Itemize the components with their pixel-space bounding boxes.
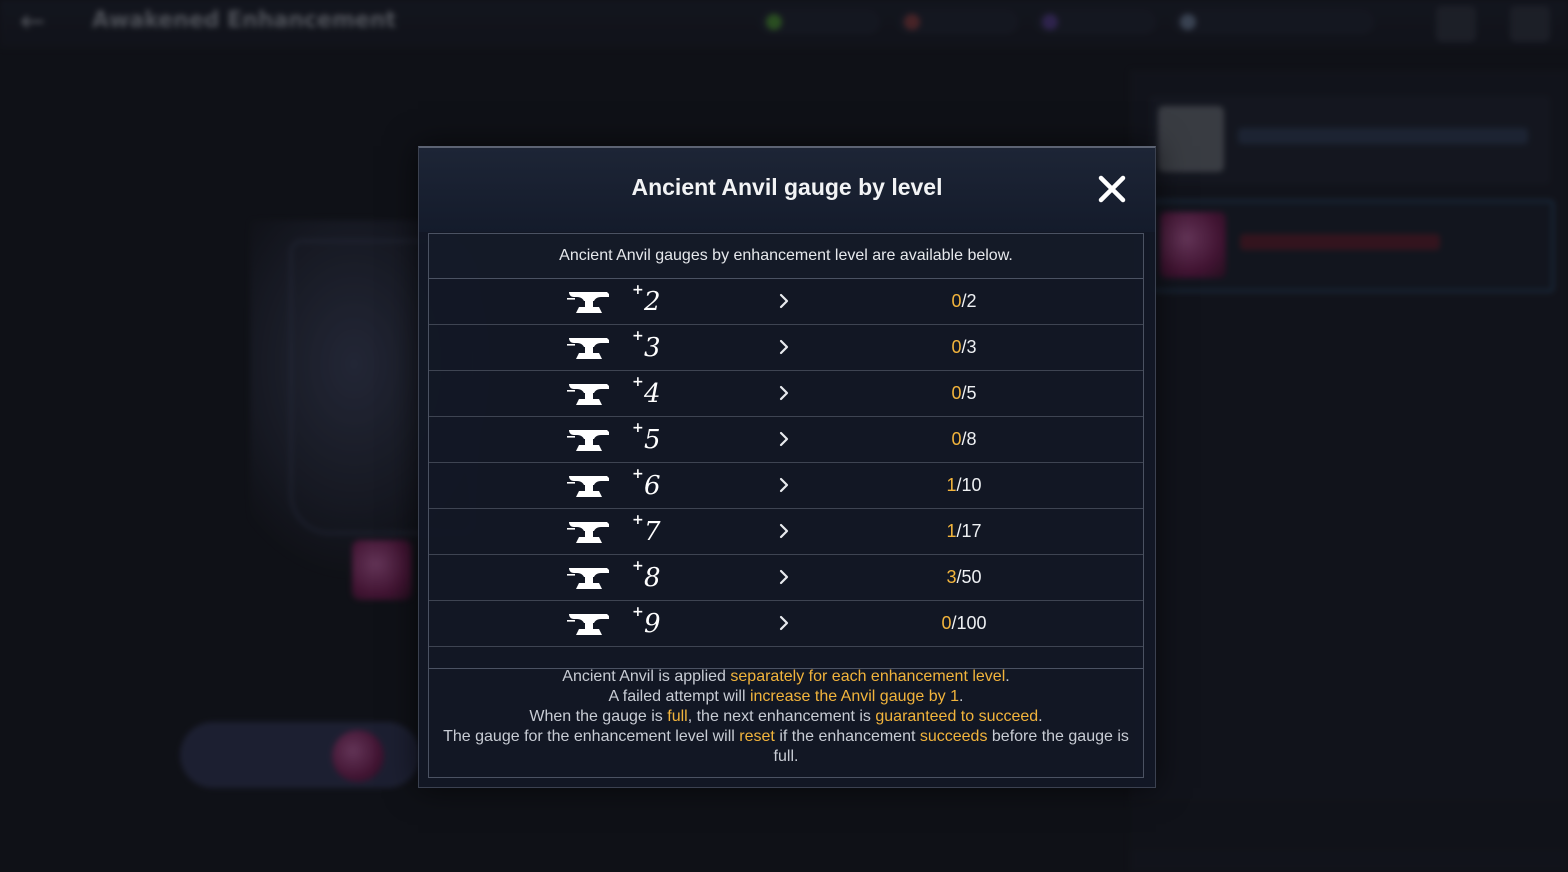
note-text: The gauge for the enhancement level will	[443, 728, 740, 745]
modal-header: Ancient Anvil gauge by level	[419, 148, 1155, 232]
note-line: The gauge for the enhancement level will…	[429, 727, 1143, 767]
note-line: Ancient Anvil is applied separately for …	[429, 667, 1143, 687]
gauge-current: 1	[946, 521, 957, 541]
anvil-gauge-modal: Ancient Anvil gauge by level Ancient Anv…	[418, 146, 1156, 788]
notes: Ancient Anvil is applied separately for …	[429, 667, 1143, 767]
level-plus: +	[632, 420, 644, 436]
enhancement-level: +3	[632, 328, 661, 367]
note-highlight: reset	[739, 728, 775, 745]
gauge-value: 3/50	[849, 555, 1079, 600]
chevron-right-icon	[777, 475, 791, 495]
note-text: .	[1038, 708, 1043, 725]
gauge-value: 0/2	[849, 279, 1079, 324]
gauge-value: 1/17	[849, 509, 1079, 554]
gauge-max: 10	[961, 475, 982, 495]
gauge-max: 100	[956, 613, 987, 633]
gauge-row: +6 1/10	[429, 463, 1143, 509]
gauge-value: 1/10	[849, 463, 1079, 508]
gauge-value: 0/8	[849, 417, 1079, 462]
level-plus: +	[632, 328, 644, 344]
note-highlight: separately for each enhancement level	[730, 668, 1006, 685]
level-plus: +	[632, 604, 644, 620]
note-highlight: full	[667, 708, 688, 725]
gauge-value: 0/5	[849, 371, 1079, 416]
level-plus: +	[632, 512, 644, 528]
gauge-row: +7 1/17	[429, 509, 1143, 555]
gauge-max: 3	[966, 337, 977, 357]
note-highlight: increase the Anvil gauge by 1	[749, 688, 959, 705]
gauge-max: 17	[961, 521, 982, 541]
chevron-right-icon	[777, 567, 791, 587]
chevron-right-icon	[777, 383, 791, 403]
enhancement-level: +4	[632, 374, 661, 413]
enhancement-level: +6	[632, 466, 661, 505]
gauge-max: 8	[966, 429, 977, 449]
note-text: When the gauge is	[529, 708, 668, 725]
note-text: , the next enhancement is	[687, 708, 876, 725]
note-text: if the enhancement	[774, 728, 920, 745]
gauge-max: 5	[966, 383, 977, 403]
gauge-current: 0	[951, 337, 962, 357]
gauge-row: +9 0/100	[429, 601, 1143, 647]
enhancement-level: +7	[632, 512, 661, 551]
gauge-value: 0/3	[849, 325, 1079, 370]
note-line: When the gauge is full, the next enhance…	[429, 707, 1143, 727]
gauge-row: +4 0/5	[429, 371, 1143, 417]
note-highlight: succeeds	[919, 728, 988, 745]
anvil-icon	[567, 427, 611, 453]
anvil-icon	[567, 611, 611, 637]
level-plus: +	[632, 282, 644, 298]
gauge-current: 3	[946, 567, 957, 587]
level-plus: +	[632, 558, 644, 574]
gauge-max: 2	[966, 291, 977, 311]
enhancement-level: +8	[632, 558, 661, 597]
chevron-right-icon	[777, 337, 791, 357]
close-icon[interactable]	[1097, 174, 1127, 204]
enhancement-level: +9	[632, 604, 661, 643]
gauge-table: Ancient Anvil gauges by enhancement leve…	[428, 233, 1144, 778]
gauge-row: +5 0/8	[429, 417, 1143, 463]
anvil-icon	[567, 335, 611, 361]
chevron-right-icon	[777, 613, 791, 633]
anvil-icon	[567, 519, 611, 545]
enhancement-level: +5	[632, 420, 661, 459]
chevron-right-icon	[777, 291, 791, 311]
note-text: Ancient Anvil is applied	[562, 668, 731, 685]
note-text: .	[958, 688, 964, 705]
gauge-rows: +2 0/2 +3 0/3 +4 0/5 +5 0/8 +6 1/10 +7 1/17 +8 3/50 +9…	[429, 279, 1143, 669]
note-text: A failed attempt will	[608, 688, 750, 705]
gauge-row: +8 3/50	[429, 555, 1143, 601]
anvil-icon	[567, 565, 611, 591]
anvil-icon	[567, 381, 611, 407]
gauge-current: 0	[951, 291, 962, 311]
intro-text: Ancient Anvil gauges by enhancement leve…	[429, 234, 1143, 279]
modal-title: Ancient Anvil gauge by level	[631, 174, 943, 200]
gauge-value: 0/100	[849, 601, 1079, 646]
anvil-icon	[567, 289, 611, 315]
level-plus: +	[632, 374, 644, 390]
note-line: A failed attempt will increase the Anvil…	[429, 687, 1143, 707]
gauge-row: +2 0/2	[429, 279, 1143, 325]
gauge-current: 0	[951, 429, 962, 449]
gauge-max: 50	[961, 567, 982, 587]
gauge-current: 1	[946, 475, 957, 495]
row-spacer	[429, 647, 1143, 669]
note-highlight: guaranteed to succeed	[875, 708, 1039, 725]
anvil-icon	[567, 473, 611, 499]
enhancement-level: +2	[632, 282, 661, 321]
gauge-row: +3 0/3	[429, 325, 1143, 371]
gauge-current: 0	[941, 613, 952, 633]
note-text: .	[1005, 668, 1010, 685]
level-plus: +	[632, 466, 644, 482]
gauge-current: 0	[951, 383, 962, 403]
chevron-right-icon	[777, 429, 791, 449]
chevron-right-icon	[777, 521, 791, 541]
